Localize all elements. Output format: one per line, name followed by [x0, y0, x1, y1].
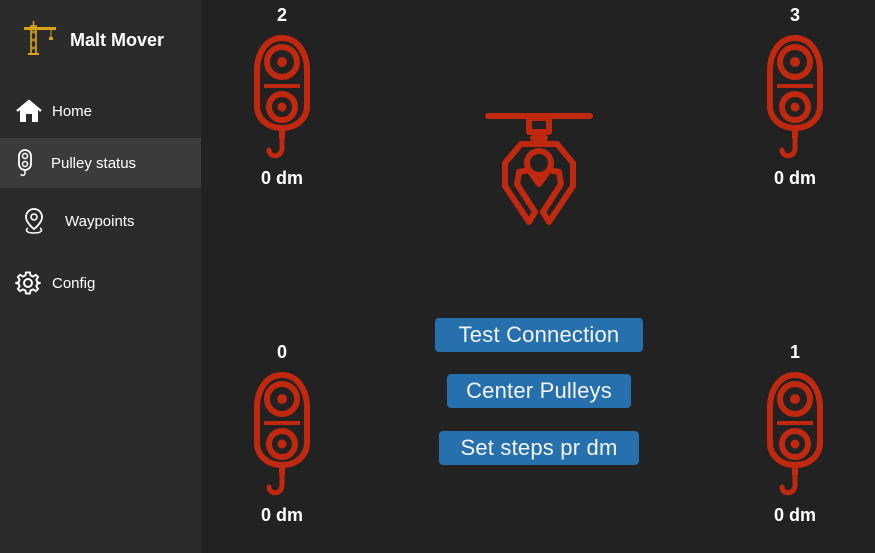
pulley-number: 1 [789, 342, 800, 362]
pulley-2: 2 0 dm [242, 4, 322, 189]
sidebar-item-pulley-status[interactable]: Pulley status [0, 138, 201, 188]
center-pulleys-button[interactable]: Center Pulleys [447, 374, 631, 408]
crane-claw-icon [483, 108, 595, 237]
home-icon [16, 99, 42, 123]
pulley-status-panel: 2 0 dm 3 0 dm 0 0 dm 1 0 dm Test Connect… [201, 0, 875, 553]
sidebar-item-label: Home [52, 102, 93, 120]
pulley-icon [765, 32, 825, 162]
pulley-number: 0 [276, 342, 287, 362]
sidebar-item-waypoints[interactable]: Waypoints [0, 196, 201, 246]
map-pin-icon [24, 207, 44, 235]
pulley-icon [765, 369, 825, 499]
pulley-distance: 0 dm [260, 168, 303, 188]
brand[interactable]: Malt Mover [22, 20, 164, 60]
pulley-0: 0 0 dm [242, 341, 322, 526]
pulley-distance: 0 dm [260, 505, 303, 525]
pulley-1: 1 0 dm [755, 341, 835, 526]
pulley-icon [252, 369, 312, 499]
gear-icon [15, 270, 41, 296]
sidebar-item-config[interactable]: Config [0, 258, 201, 308]
test-connection-button[interactable]: Test Connection [435, 318, 643, 352]
sidebar-item-label: Pulley status [51, 154, 137, 172]
sidebar-item-label: Config [52, 274, 96, 292]
pulley-number: 3 [789, 5, 800, 25]
pulley-3: 3 0 dm [755, 4, 835, 189]
sidebar: Malt Mover Home Pulley status Waypoints … [0, 0, 201, 553]
sidebar-item-label: Waypoints [65, 212, 135, 230]
app-title: Malt Mover [70, 29, 165, 50]
pulley-icon [252, 32, 312, 162]
set-steps-button[interactable]: Set steps pr dm [439, 431, 639, 465]
sidebar-item-home[interactable]: Home [0, 86, 201, 136]
pulley-distance: 0 dm [773, 505, 816, 525]
pulley-icon [16, 149, 34, 177]
pulley-number: 2 [276, 5, 287, 25]
crane-logo-icon [22, 20, 58, 61]
pulley-distance: 0 dm [773, 168, 816, 188]
